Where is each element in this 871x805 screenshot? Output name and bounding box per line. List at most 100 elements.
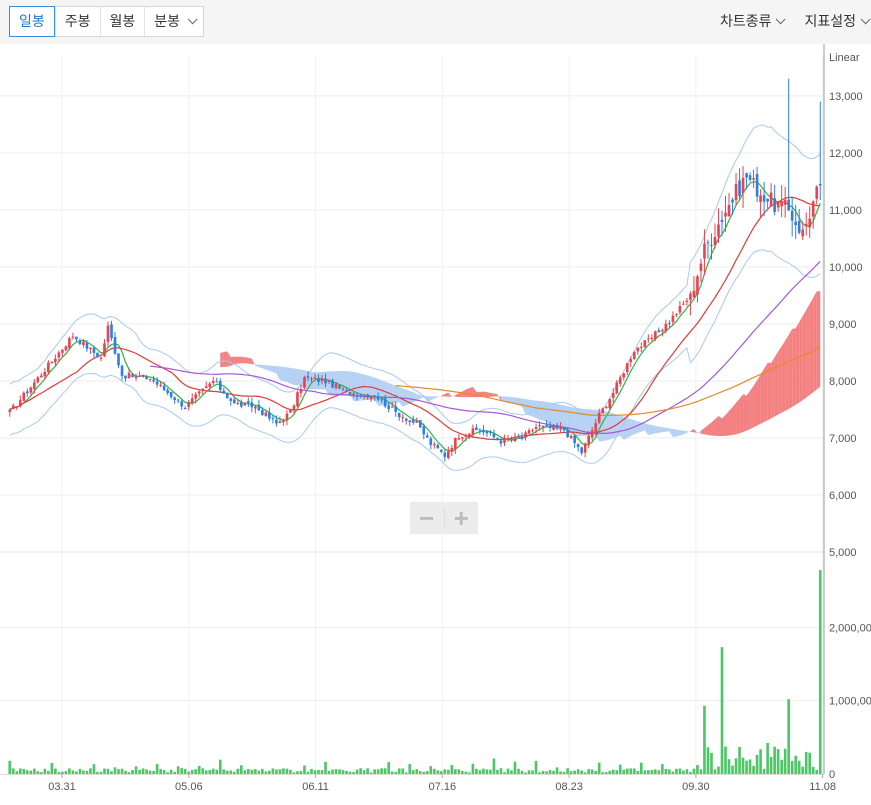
- candle-down: [331, 380, 334, 388]
- candle-up: [134, 375, 138, 379]
- cloud-bear-segment: [665, 427, 670, 432]
- candle-up: [292, 405, 296, 410]
- scale-label: Linear: [829, 52, 860, 64]
- candle-up: [243, 402, 247, 406]
- cloud-bull-segment: [760, 368, 765, 424]
- chart-type-dropdown[interactable]: 차트종류: [720, 11, 787, 31]
- cloud-bear-segment: [669, 428, 673, 438]
- volume-bar: [773, 746, 776, 774]
- cloud-bear-segment: [655, 425, 659, 434]
- volume-bar: [457, 769, 461, 774]
- candle-up: [148, 378, 152, 380]
- candle-up: [524, 432, 527, 438]
- zoom-in-button[interactable]: +: [444, 502, 478, 534]
- volume-bar: [299, 771, 303, 774]
- volume-bar: [113, 767, 117, 774]
- volume-bar: [306, 771, 310, 774]
- cloud-bull-segment: [711, 419, 715, 436]
- volume-bar: [499, 768, 503, 774]
- volume-bar: [215, 769, 219, 774]
- cloud-bear-segment: [658, 426, 663, 433]
- cloud-bull-segment: [809, 297, 814, 395]
- candle-up: [717, 224, 720, 237]
- tab-monthly[interactable]: 월봉: [99, 7, 145, 36]
- volume-bar: [401, 768, 405, 774]
- cloud-bull-segment: [486, 392, 491, 397]
- candle-down: [117, 353, 120, 366]
- volume-bar: [661, 764, 664, 774]
- cloud-bear-segment: [265, 365, 270, 371]
- candle-down: [510, 438, 513, 440]
- cloud-bear-segment: [293, 368, 298, 386]
- volume-bar: [75, 771, 78, 774]
- candle-up: [671, 315, 675, 323]
- candle-down: [131, 374, 134, 378]
- volume-bar: [257, 770, 261, 774]
- volume-bar: [387, 762, 391, 774]
- candle-up: [450, 448, 454, 452]
- candle-up: [299, 389, 303, 394]
- volume-bar: [639, 762, 643, 774]
- candle-up: [724, 212, 727, 217]
- candle-up: [32, 382, 36, 389]
- tab-daily[interactable]: 일봉: [9, 6, 55, 37]
- volume-bar: [166, 772, 169, 774]
- volume-bar: [804, 751, 808, 774]
- volume-bar: [127, 772, 131, 774]
- indicator-settings-dropdown[interactable]: 지표설정: [804, 11, 871, 31]
- candle-up: [643, 340, 647, 348]
- volume-bar: [40, 772, 43, 774]
- candle-down: [75, 336, 78, 340]
- volume-bar: [675, 768, 678, 774]
- cloud-bear-segment: [378, 378, 382, 406]
- candle-down: [250, 402, 254, 408]
- zoom-out-button[interactable]: −: [410, 502, 444, 534]
- volume-bar: [745, 760, 748, 774]
- volume-bar: [513, 761, 517, 774]
- candle-down: [397, 412, 401, 418]
- candle-up: [759, 195, 762, 202]
- price-tick-label: 13,000: [829, 91, 863, 103]
- candle-down: [124, 375, 127, 379]
- volume-bar: [618, 764, 622, 774]
- volume-bar: [78, 768, 82, 774]
- candle-down: [110, 324, 113, 339]
- volume-bar: [741, 757, 745, 774]
- volume-bar: [808, 752, 812, 774]
- volume-bar: [454, 769, 457, 774]
- candle-up: [447, 451, 450, 458]
- candle-up: [282, 420, 285, 423]
- date-tick-label: 05.06: [175, 781, 203, 793]
- volume-bar: [355, 769, 359, 774]
- volume-bar: [682, 770, 685, 774]
- volume-bar: [92, 764, 96, 774]
- candle-down: [348, 392, 352, 396]
- candle-up: [682, 303, 685, 305]
- volume-bar: [359, 768, 362, 774]
- cloud-bear-segment: [686, 431, 691, 433]
- volume-bar: [671, 771, 675, 774]
- volume-bar: [699, 769, 703, 774]
- candle-up: [527, 430, 531, 434]
- volume-bar: [18, 768, 22, 774]
- candle-down: [25, 391, 29, 394]
- candle-down: [240, 402, 243, 407]
- candle-down: [499, 440, 503, 444]
- cloud-bear-segment: [525, 399, 530, 416]
- tab-weekly[interactable]: 주봉: [54, 7, 100, 36]
- volume-bar: [447, 769, 450, 774]
- volume-bar: [54, 768, 57, 774]
- candle-down: [425, 435, 429, 438]
- cloud-bull-segment: [469, 386, 473, 398]
- tab-minute[interactable]: 분봉: [144, 7, 203, 36]
- candle-down: [418, 420, 422, 428]
- volume-bar: [222, 769, 226, 774]
- cloud-bull-segment: [757, 374, 761, 426]
- candle-up: [632, 351, 636, 359]
- candle-up: [741, 177, 745, 194]
- volume-bar: [352, 772, 355, 774]
- stock-chart[interactable]: Linear 6,000 7,000 8,000 9,000 10,000 11,000 12…: [0, 44, 871, 805]
- volume-bar: [229, 770, 233, 774]
- volume-bar: [15, 771, 19, 774]
- candle-up: [341, 388, 345, 390]
